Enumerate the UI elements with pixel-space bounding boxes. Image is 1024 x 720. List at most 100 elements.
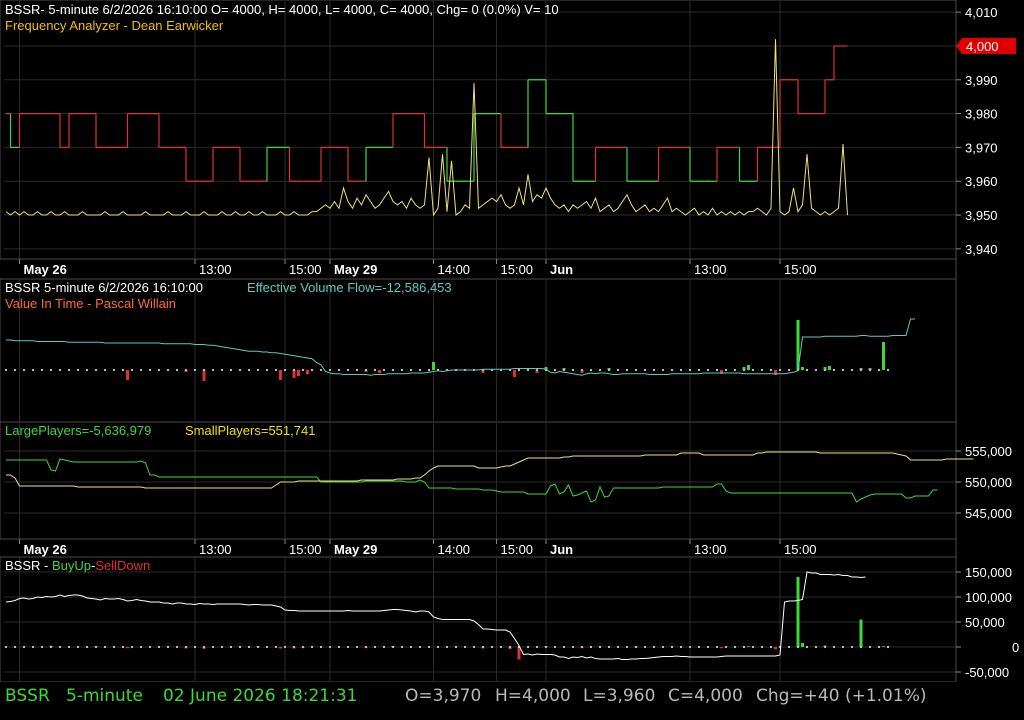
volume-tick-bar xyxy=(788,369,790,371)
buysell-axis-label: 50,000 xyxy=(965,615,1005,630)
buysell-tick-bar xyxy=(14,646,16,648)
volume-tick-bar xyxy=(644,369,646,371)
buysell-tick-bar xyxy=(329,646,331,648)
volume-tick-bar xyxy=(851,369,853,371)
price-axis-label: 3,980 xyxy=(965,107,998,122)
volume-tick-bar xyxy=(626,369,628,371)
buysell-tick-bar xyxy=(509,646,511,648)
buysell-tick-bar xyxy=(365,646,367,648)
buysell-tick-bar xyxy=(104,646,106,648)
volume-tick-bar xyxy=(374,369,376,371)
buysell-tick-bar xyxy=(878,646,880,648)
small-players-line xyxy=(6,451,974,489)
volume-tick-bar xyxy=(185,369,187,371)
buysell-tick-bar xyxy=(167,646,169,648)
pane-frame-1 xyxy=(0,0,957,260)
buysell-line xyxy=(5,571,866,660)
volume-tick-bar xyxy=(680,369,682,371)
price-axis-label: 3,950 xyxy=(965,208,998,223)
buysell-tick-bar xyxy=(635,646,637,648)
volume-tick-bar xyxy=(311,369,313,371)
large-players-line xyxy=(6,458,938,503)
volume-tick-bar xyxy=(527,369,529,371)
buysell-tick-bar xyxy=(275,646,277,648)
buysell-tick-bar xyxy=(5,646,7,648)
volume-tick-bar xyxy=(113,369,115,371)
time-label-1: 14:00 xyxy=(438,262,471,277)
volume-down-bar xyxy=(297,370,300,376)
buysell-tick-bar xyxy=(716,646,718,648)
buysell-tick-bar xyxy=(131,646,133,648)
buysell-tick-bar xyxy=(428,646,430,648)
time-label-1: 15:00 xyxy=(501,262,534,277)
volume-flow-line xyxy=(6,318,915,376)
volume-tick-bar xyxy=(383,369,385,371)
buysell-tick-bar xyxy=(122,646,124,648)
volume-tick-bar xyxy=(347,369,349,371)
selldown-bar xyxy=(126,647,129,649)
volume-up-bar xyxy=(432,362,435,370)
buysell-axis-label: -50,000 xyxy=(965,665,1009,680)
buysell-tick-bar xyxy=(671,646,673,648)
volume-down-bar xyxy=(513,370,516,377)
status-bar: BSSR 5-minute 02 June 2026 18:21:31 O=3,… xyxy=(0,682,1024,720)
selldown-bar xyxy=(279,647,282,649)
status-datetime: 02 June 2026 18:21:31 xyxy=(163,686,358,706)
buysell-tick-bar xyxy=(419,646,421,648)
chart-canvas[interactable]: May 26 13:00 15:00 May 29 14:00 15:00 Jun 13:00… xyxy=(0,0,1024,720)
buysell-tick-bar xyxy=(833,646,835,648)
status-symbol: BSSR xyxy=(5,686,50,706)
price-axis-label: 3,960 xyxy=(965,174,998,189)
buysell-tick-bar xyxy=(41,646,43,648)
volume-tick-bar xyxy=(518,369,520,371)
buysell-tick-bar xyxy=(599,646,601,648)
buysell-tick-bar xyxy=(374,646,376,648)
buysell-tick-bar xyxy=(140,646,142,648)
volume-flow-value: Effective Volume Flow=-12,586,453 xyxy=(247,280,452,295)
volume-tick-bar xyxy=(806,369,808,371)
volume-tick-bar xyxy=(329,369,331,371)
volume-tick-bar xyxy=(392,369,394,371)
volume-tick-bar xyxy=(725,369,727,371)
buysell-tick-bar xyxy=(77,646,79,648)
volume-tick-bar xyxy=(68,369,70,371)
volume-tick-bar xyxy=(401,369,403,371)
volume-up-bar xyxy=(801,367,804,370)
volume-tick-bar xyxy=(869,369,871,371)
buysell-tick-bar xyxy=(869,646,871,648)
buysell-pane-title: BSSR - BuyUp-SellDown xyxy=(5,558,150,573)
volume-tick-bar xyxy=(770,369,772,371)
volume-tick-bar xyxy=(581,369,583,371)
volume-tick-bar xyxy=(176,369,178,371)
last-price-label: 4,000 xyxy=(966,39,999,54)
volume-down-bar xyxy=(126,370,129,380)
volume-tick-bar xyxy=(5,369,7,371)
volume-tick-bar xyxy=(698,369,700,371)
volume-tick-bar xyxy=(554,369,556,371)
buysell-tick-bar xyxy=(581,646,583,648)
volume-tick-bar xyxy=(842,369,844,371)
buysell-tick-bar xyxy=(653,646,655,648)
buyup-bar xyxy=(796,577,800,647)
buysell-axis-label: 0 xyxy=(1012,640,1019,655)
buysell-tick-bar xyxy=(248,646,250,648)
volume-tick-bar xyxy=(95,369,97,371)
buysell-tick-bar xyxy=(311,646,313,648)
buysell-tick-bar xyxy=(437,646,439,648)
selldown-bar xyxy=(517,647,521,660)
volume-tick-bar xyxy=(779,369,781,371)
buysell-tick-bar xyxy=(203,646,205,648)
buysell-tick-bar xyxy=(770,646,772,648)
volume-tick-bar xyxy=(599,369,601,371)
volume-down-bar xyxy=(306,370,309,374)
volume-tick-bar xyxy=(761,369,763,371)
volume-tick-bar xyxy=(41,369,43,371)
buysell-tick-bar xyxy=(338,646,340,648)
volume-tick-bar xyxy=(653,369,655,371)
volume-tick-bar xyxy=(887,369,889,371)
time-label-1: Jun xyxy=(550,262,573,277)
buyup-bar xyxy=(859,619,863,647)
buysell-tick-bar xyxy=(383,646,385,648)
volume-tick-bar xyxy=(239,369,241,371)
buysell-tick-bar xyxy=(491,646,493,648)
